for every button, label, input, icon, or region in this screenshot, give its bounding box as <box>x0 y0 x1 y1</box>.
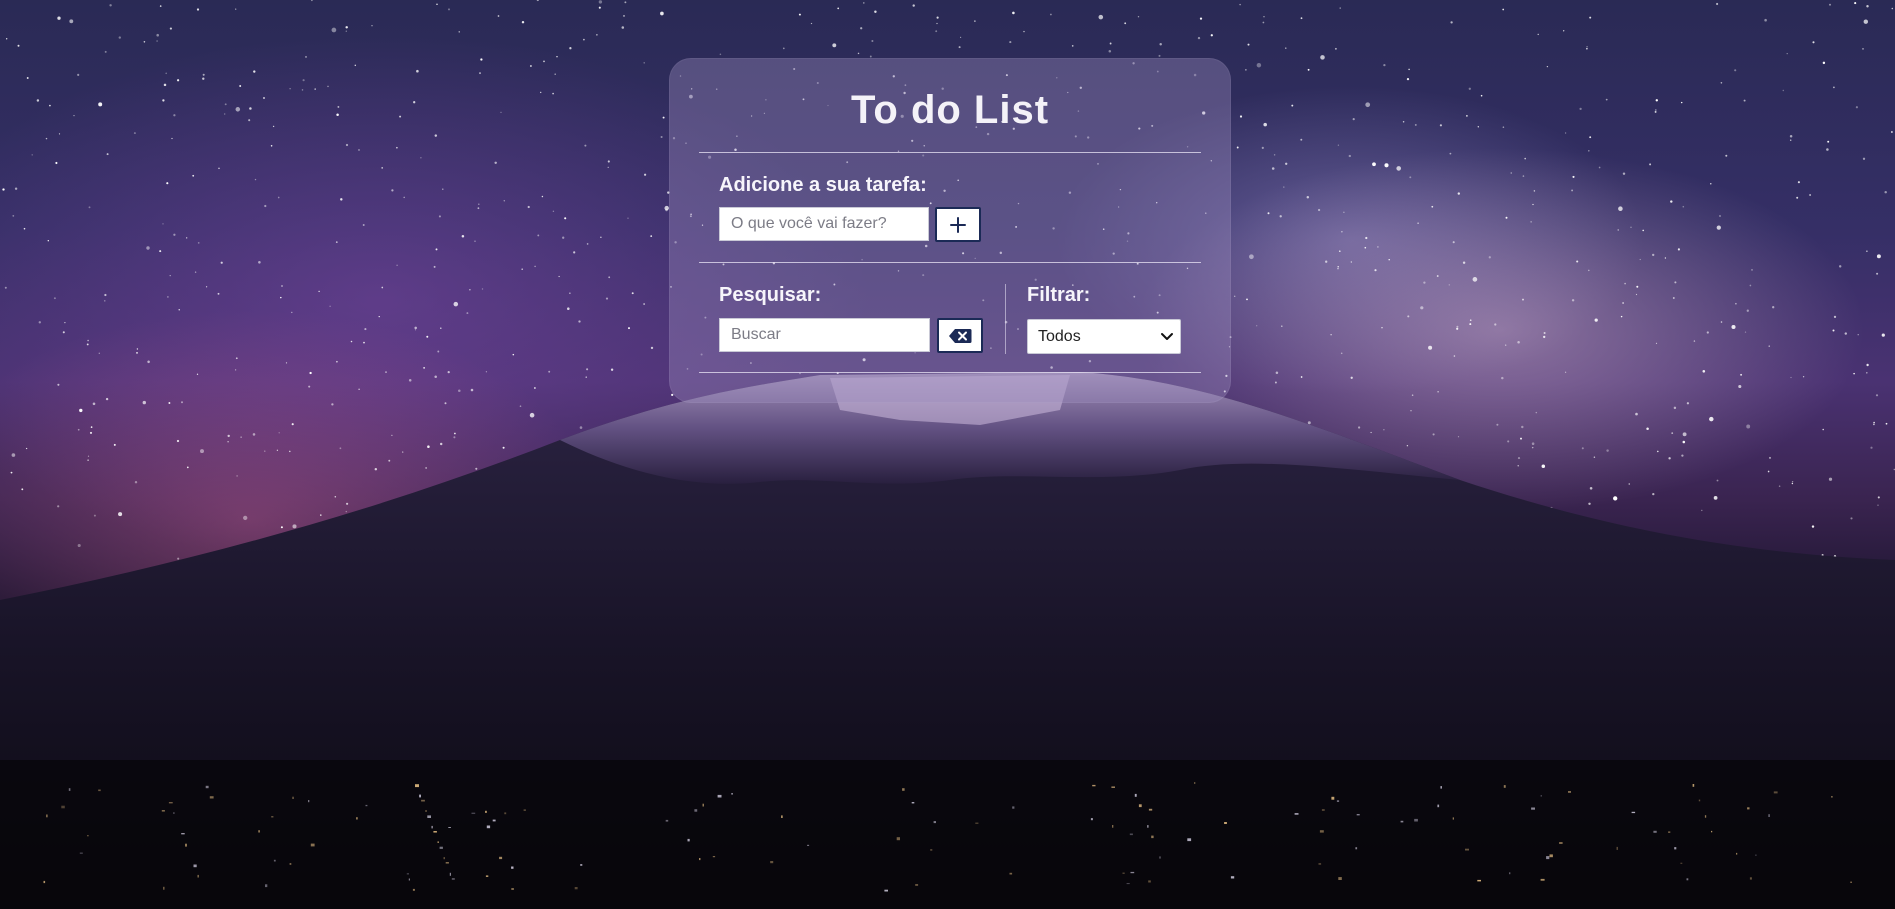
divider <box>699 262 1201 263</box>
add-task-label: Adicione a sua tarefa: <box>719 174 927 196</box>
search-label: Pesquisar: <box>719 284 822 306</box>
backspace-icon <box>949 328 972 343</box>
filter-selected-value: Todos <box>1038 327 1081 345</box>
page-title: To do List <box>850 88 1050 132</box>
chevron-down-icon <box>1161 332 1173 340</box>
add-task-button[interactable] <box>935 207 981 242</box>
vertical-separator <box>1005 284 1006 354</box>
search-input[interactable] <box>719 318 930 352</box>
add-task-input[interactable] <box>719 207 929 241</box>
todo-card: To do List Adicione a sua tarefa: Pesqui… <box>669 58 1231 403</box>
filter-select[interactable]: Todos <box>1027 319 1181 354</box>
divider <box>699 372 1201 373</box>
divider <box>699 152 1201 153</box>
filter-label: Filtrar: <box>1027 284 1091 306</box>
clear-search-button[interactable] <box>937 318 983 353</box>
plus-icon <box>950 216 966 233</box>
